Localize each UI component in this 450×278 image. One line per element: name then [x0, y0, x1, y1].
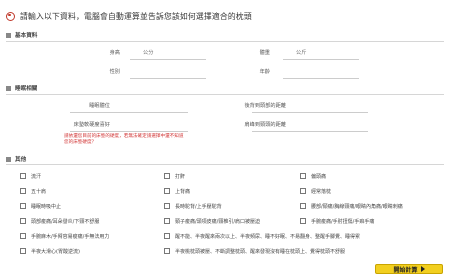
symptom-checkbox[interactable]: 腰部/頸痛/胸線頸痛/眼睛內角痛/眼睛刺痛: [300, 202, 403, 210]
symptom-checkbox[interactable]: 醒不能、半夜醒來兩次以上、半夜頻尿、睡不好眠、不易翻身、整醒手腳覺、睡得累: [164, 232, 360, 240]
play-arrow-icon: [420, 266, 425, 272]
symptom-checkbox[interactable]: 手腕痠痛/手肘扭傷/手痲手痛: [300, 217, 374, 225]
checkbox-box[interactable]: [164, 218, 170, 224]
checkbox-box[interactable]: [300, 173, 306, 179]
checkbox-box[interactable]: [300, 218, 306, 224]
mattress-hint: 請依還您目前的床墊的硬度，若無法確定請選擇中還不知道您的床墊硬度？: [64, 134, 184, 145]
start-calculate-button[interactable]: 開始計算: [375, 264, 443, 274]
symptom-checkbox[interactable]: 頭部痠痛/耳朵發炎/下頸不舒服: [20, 217, 99, 225]
symptom-label: 長時駝背/上手壓駝背: [175, 203, 222, 210]
section-sleep-title: 睡眠相關: [15, 86, 38, 92]
shoulder-distance-label: 肩峰到頸頭的距離: [244, 122, 286, 128]
back-head-distance-label: 後背到頭部的距離: [244, 103, 286, 109]
checkbox-box[interactable]: [20, 233, 26, 239]
mattress-select[interactable]: [70, 131, 188, 132]
checkbox-box[interactable]: [20, 248, 26, 254]
symptom-label: 五十肩: [31, 188, 47, 195]
symptom-label: 上背痛: [175, 188, 191, 195]
sleep-posture-select[interactable]: [70, 112, 188, 113]
checkbox-box[interactable]: [300, 188, 306, 194]
height-label: 身高: [109, 50, 120, 56]
section-bullet-icon: [6, 85, 11, 91]
checkbox-box[interactable]: [164, 233, 170, 239]
checkbox-box[interactable]: [164, 173, 170, 179]
symptom-checkbox[interactable]: 睡眠時吸中止: [20, 202, 61, 210]
target-icon: [6, 11, 15, 21]
symptom-label: 手腕麻木/手臂容易痠痛/手無法用力: [31, 233, 110, 240]
symptom-label: 醒不能、半夜醒來兩次以上、半夜頻尿、睡不好眠、不易翻身、整醒手腳覺、睡得累: [175, 233, 361, 240]
symptom-checkbox[interactable]: 半夜桃枕頭被壓、不斷調整枕頭、醒來發現沒有睡在枕頭上、覺得枕頭不舒服: [164, 247, 345, 255]
checkbox-box[interactable]: [164, 188, 170, 194]
section-bullet-icon: [6, 156, 11, 162]
symptom-label: 打鼾: [175, 173, 186, 180]
checkbox-box[interactable]: [164, 203, 170, 209]
age-input[interactable]: [283, 78, 359, 79]
symptom-checkbox[interactable]: 經常落枕: [300, 187, 331, 195]
section-basic-title: 基本資料: [15, 33, 38, 39]
gender-label: 性別: [109, 69, 120, 75]
symptom-checkbox[interactable]: 流汗: [20, 172, 41, 180]
symptom-label: 腰部/頸痛/胸線頸痛/眼睛內角痛/眼睛刺痛: [311, 203, 403, 210]
page-title: 請輸入以下資料，電腦會自動運算並告訴您該如何選擇適合的枕頭: [20, 11, 252, 21]
symptom-label: 頭部痠痛/耳朵發炎/下頸不舒服: [31, 218, 100, 225]
section-divider: [6, 41, 444, 42]
checkbox-box[interactable]: [300, 203, 306, 209]
checkbox-box[interactable]: [164, 248, 170, 254]
section-other-header: 其他: [6, 155, 26, 163]
weight-unit: 公斤: [296, 50, 307, 56]
section-bullet-icon: [6, 32, 11, 38]
symptom-checkbox[interactable]: 上背痛: [164, 187, 190, 195]
mattress-label: 床墊軟硬度喜好: [73, 122, 110, 128]
height-input[interactable]: [130, 59, 206, 60]
section-divider: [6, 94, 444, 95]
height-unit: 公分: [143, 50, 154, 56]
symptom-checkbox[interactable]: 手腕麻木/手臂容易痠痛/手無法用力: [20, 232, 109, 240]
weight-label: 體重: [259, 50, 270, 56]
symptom-checkbox[interactable]: 半夜大滑心(胃酸逆流): [20, 247, 80, 255]
checkbox-box[interactable]: [20, 203, 26, 209]
symptom-checkbox[interactable]: 偏頭痛: [300, 172, 326, 180]
shoulder-distance-input[interactable]: [252, 131, 368, 132]
symptom-checkbox[interactable]: 頸子痠痛/頭項皮痛/頸椎引/肩口被壓迫: [164, 217, 260, 225]
section-divider: [6, 164, 444, 165]
symptom-label: 偏頭痛: [311, 173, 327, 180]
symptom-label: 流汗: [31, 173, 42, 180]
symptom-label: 經常落枕: [311, 188, 332, 195]
symptom-label: 睡眠時吸中止: [31, 203, 62, 210]
age-label: 年齡: [259, 69, 270, 75]
symptom-checkbox[interactable]: 長時駝背/上手壓駝背: [164, 202, 222, 210]
section-basic-header: 基本資料: [6, 31, 37, 39]
symptom-checkbox[interactable]: 打鼾: [164, 172, 185, 180]
sleep-posture-label: 睡眠體位: [89, 103, 110, 109]
gender-select[interactable]: [130, 78, 206, 79]
symptom-label: 半夜大滑心(胃酸逆流): [31, 248, 80, 255]
weight-input[interactable]: [283, 59, 359, 60]
page-header: 請輸入以下資料，電腦會自動運算並告訴您該如何選擇適合的枕頭: [6, 10, 252, 22]
symptom-label: 半夜桃枕頭被壓、不斷調整枕頭、醒來發現沒有睡在枕頭上、覺得枕頭不舒服: [175, 248, 346, 255]
start-calculate-label: 開始計算: [393, 266, 418, 274]
checkbox-box[interactable]: [20, 173, 26, 179]
section-sleep-header: 睡眠相關: [6, 84, 37, 92]
back-head-distance-input[interactable]: [252, 112, 368, 113]
section-other-title: 其他: [15, 157, 27, 163]
symptom-checkbox[interactable]: 五十肩: [20, 187, 46, 195]
symptom-label: 手腕痠痛/手肘扭傷/手痲手痛: [311, 218, 375, 225]
checkbox-box[interactable]: [20, 188, 26, 194]
checkbox-box[interactable]: [20, 218, 26, 224]
symptom-label: 頸子痠痛/頭項皮痛/頸椎引/肩口被壓迫: [175, 218, 261, 225]
